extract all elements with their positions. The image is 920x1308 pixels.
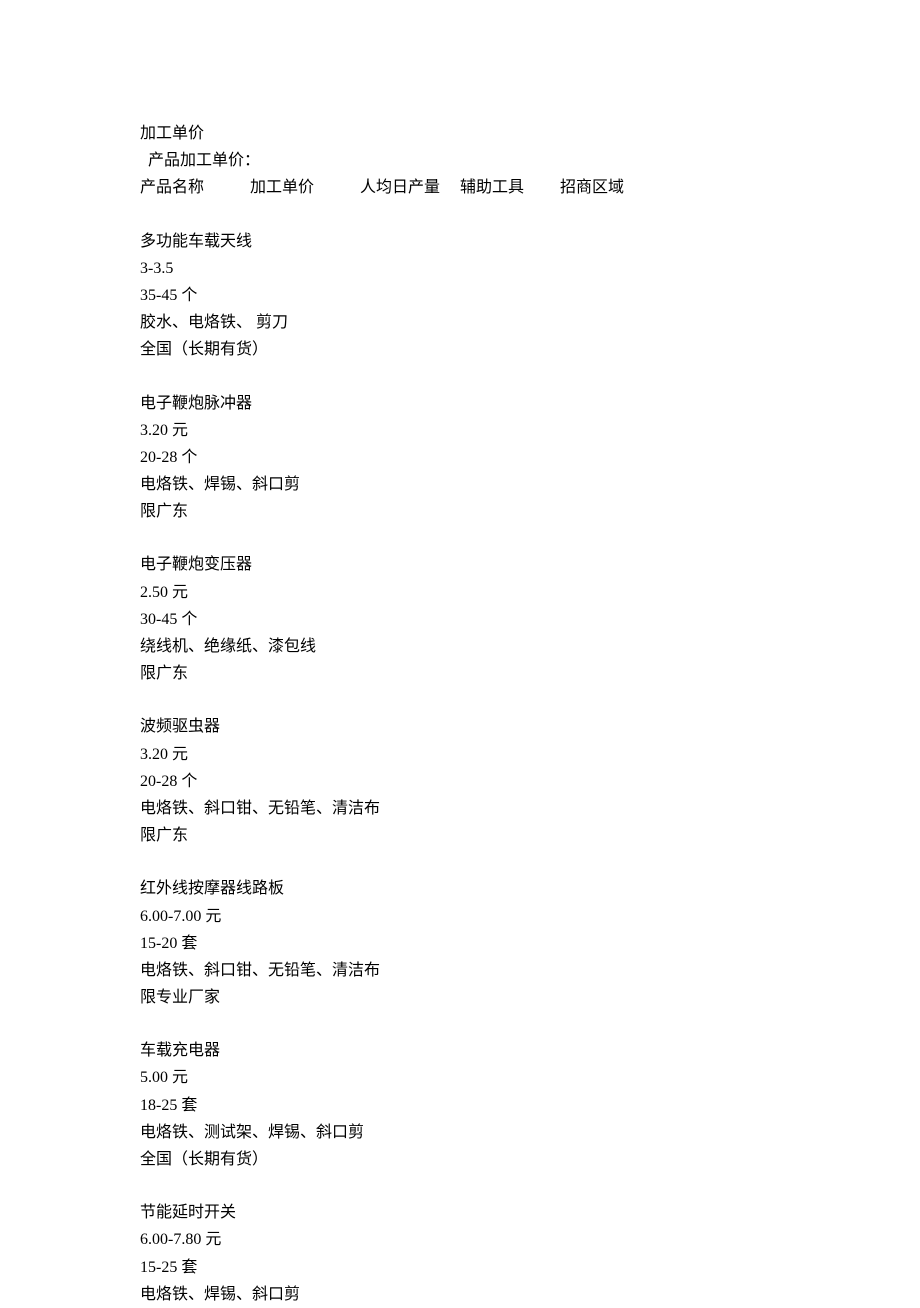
product-price: 6.00-7.00 元	[140, 903, 920, 930]
product-region: 全国（长期有货）	[140, 336, 920, 363]
header-tools: 辅助工具	[460, 174, 556, 201]
product-tools: 电烙铁、斜口钳、无铅笔、清洁布	[140, 795, 920, 822]
product-block: 波频驱虫器 3.20 元 20-28 个 电烙铁、斜口钳、无铅笔、清洁布 限广东	[140, 713, 920, 849]
product-output: 30-45 个	[140, 606, 920, 633]
product-output: 15-25 套	[140, 1254, 920, 1281]
product-region: 限广东	[140, 822, 920, 849]
product-block: 电子鞭炮变压器 2.50 元 30-45 个 绕线机、绝缘纸、漆包线 限广东	[140, 551, 920, 687]
product-name: 电子鞭炮变压器	[140, 551, 920, 578]
product-name: 波频驱虫器	[140, 713, 920, 740]
product-region: 全国（长期有货）	[140, 1146, 920, 1173]
product-price: 2.50 元	[140, 579, 920, 606]
subtitle: 产品加工单价：	[148, 147, 920, 174]
product-block: 电子鞭炮脉冲器 3.20 元 20-28 个 电烙铁、焊锡、斜口剪 限广东	[140, 390, 920, 526]
header-name: 产品名称	[140, 174, 246, 201]
page-title: 加工单价	[140, 120, 920, 147]
product-block: 节能延时开关 6.00-7.80 元 15-25 套 电烙铁、焊锡、斜口剪	[140, 1199, 920, 1308]
product-tools: 绕线机、绝缘纸、漆包线	[140, 633, 920, 660]
header-row: 产品名称 加工单价 人均日产量 辅助工具 招商区域	[140, 174, 920, 201]
product-tools: 胶水、电烙铁、 剪刀	[140, 309, 920, 336]
product-region: 限广东	[140, 660, 920, 687]
product-name: 电子鞭炮脉冲器	[140, 390, 920, 417]
product-region: 限广东	[140, 498, 920, 525]
product-price: 6.00-7.80 元	[140, 1226, 920, 1253]
product-output: 35-45 个	[140, 282, 920, 309]
product-price: 3-3.5	[140, 255, 920, 282]
product-tools: 电烙铁、焊锡、斜口剪	[140, 1281, 920, 1308]
product-tools: 电烙铁、测试架、焊锡、斜口剪	[140, 1119, 920, 1146]
product-name: 多功能车载天线	[140, 228, 920, 255]
product-tools: 电烙铁、斜口钳、无铅笔、清洁布	[140, 957, 920, 984]
product-output: 20-28 个	[140, 444, 920, 471]
product-price: 5.00 元	[140, 1064, 920, 1091]
product-name: 节能延时开关	[140, 1199, 920, 1226]
product-output: 18-25 套	[140, 1092, 920, 1119]
product-block: 多功能车载天线 3-3.5 35-45 个 胶水、电烙铁、 剪刀 全国（长期有货…	[140, 228, 920, 364]
product-output: 15-20 套	[140, 930, 920, 957]
product-price: 3.20 元	[140, 741, 920, 768]
header-region: 招商区域	[560, 174, 624, 201]
product-name: 红外线按摩器线路板	[140, 875, 920, 902]
product-price: 3.20 元	[140, 417, 920, 444]
product-block: 车载充电器 5.00 元 18-25 套 电烙铁、测试架、焊锡、斜口剪 全国（长…	[140, 1037, 920, 1173]
product-output: 20-28 个	[140, 768, 920, 795]
product-tools: 电烙铁、焊锡、斜口剪	[140, 471, 920, 498]
product-region: 限专业厂家	[140, 984, 920, 1011]
product-block: 红外线按摩器线路板 6.00-7.00 元 15-20 套 电烙铁、斜口钳、无铅…	[140, 875, 920, 1011]
header-price: 加工单价	[250, 174, 356, 201]
product-name: 车载充电器	[140, 1037, 920, 1064]
header-output: 人均日产量	[360, 174, 456, 201]
